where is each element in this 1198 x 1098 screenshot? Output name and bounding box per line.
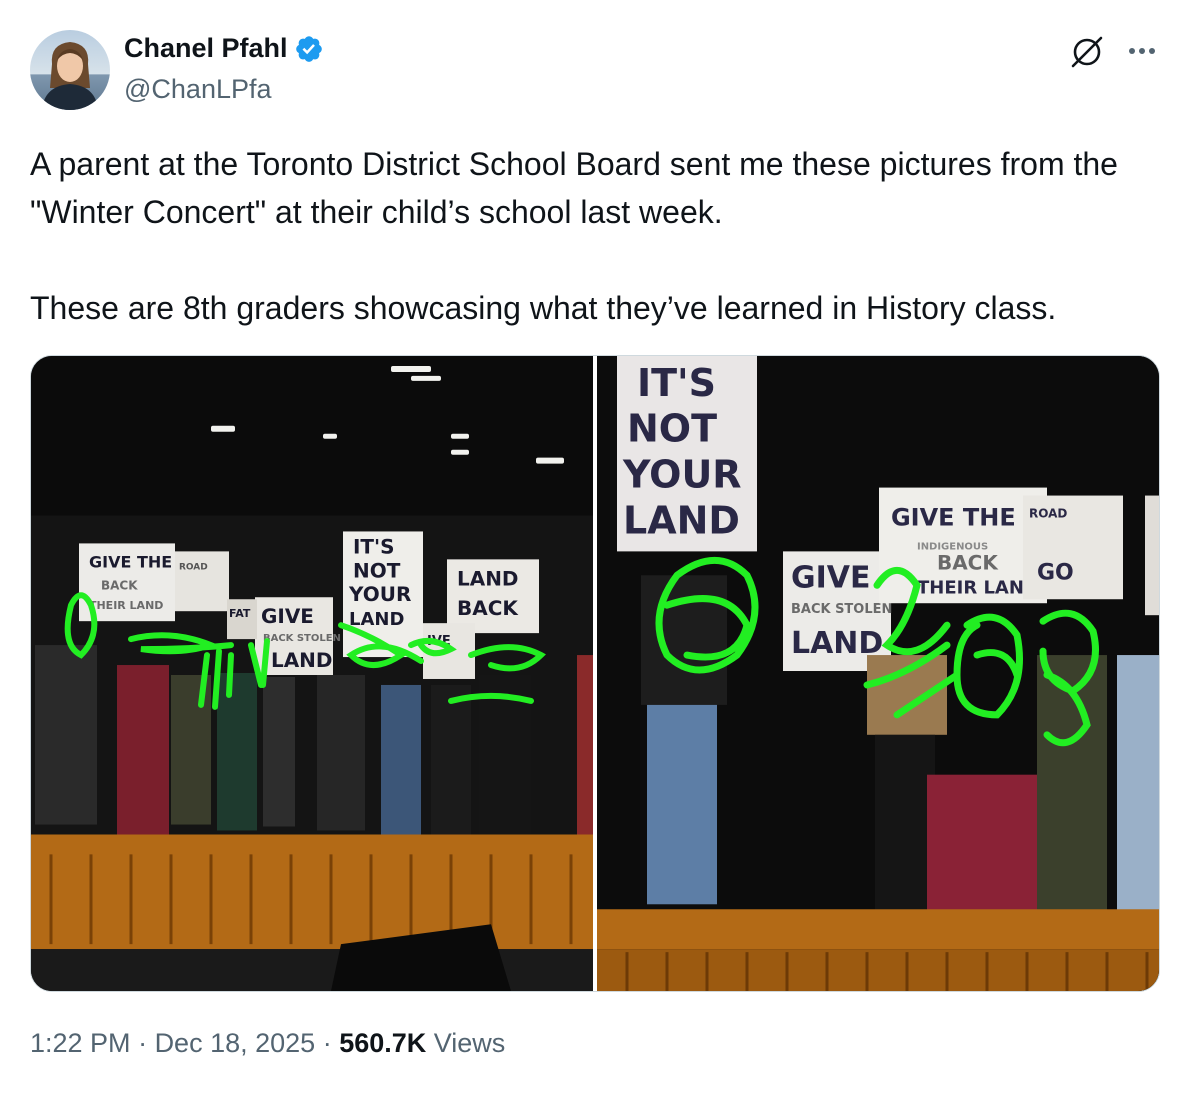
sign-text: ROAD (1029, 507, 1067, 521)
sign-text: LAND (623, 498, 740, 542)
views-label: Views (426, 1028, 506, 1058)
photo-2[interactable]: IT'S NOT YOUR LAND GIVE BACK STOLEN LAND… (597, 356, 1159, 991)
sign-text: LAND (457, 566, 519, 590)
sign-text: GIVE THE (89, 552, 172, 571)
sign-text: GIVE (791, 560, 870, 595)
sign-text: NOT (627, 407, 717, 451)
more-icon[interactable] (1124, 36, 1160, 66)
sign-text: BACK STOLEN (791, 602, 892, 617)
author-name: Chanel Pfahl (124, 33, 288, 63)
sign-text: BACK STOLEN (263, 633, 341, 644)
media-grid: GIVE THE BACK THEIR LAND ROAD IT'S NOT Y… (30, 355, 1160, 992)
sign-text: ROAD (179, 562, 208, 572)
sign-text: IT'S (637, 361, 716, 405)
author-name-link[interactable]: Chanel Pfahl (124, 33, 324, 64)
tweet-paragraph: A parent at the Toronto District School … (30, 146, 1118, 230)
sign-text: YOUR (348, 582, 411, 606)
sign-text: BACK (101, 578, 138, 592)
tweet-meta: 1:22 PM · Dec 18, 2025 · 560.7K Views (30, 1028, 505, 1059)
sign-text: THEIR LAND (89, 599, 163, 612)
tweet-text: A parent at the Toronto District School … (30, 140, 1170, 332)
sign-text: LAND (349, 609, 404, 630)
tweet-time[interactable]: 1:22 PM (30, 1028, 131, 1058)
sign-text: BACK (937, 550, 999, 574)
tweet-paragraph: These are 8th graders showcasing what th… (30, 290, 1057, 326)
tweet-date[interactable]: Dec 18, 2025 (155, 1028, 316, 1058)
author-handle[interactable]: @ChanLPfa (124, 74, 272, 105)
sign-text: LAND (271, 648, 333, 672)
verified-badge-icon[interactable] (294, 34, 324, 64)
grok-icon[interactable] (1068, 33, 1106, 71)
sign-text: THEIR LAND (917, 577, 1039, 598)
photo-1[interactable]: GIVE THE BACK THEIR LAND ROAD IT'S NOT Y… (31, 356, 593, 991)
author-avatar[interactable] (30, 30, 110, 110)
sign-text: YOUR (622, 453, 742, 497)
meta-separator: · (130, 1028, 155, 1058)
sign-text: GO (1037, 560, 1074, 585)
sign-text: NOT (353, 558, 401, 582)
views-count: 560.7K (339, 1028, 427, 1058)
sign-text: FAT (229, 607, 251, 620)
sign-text: BACK (457, 596, 519, 620)
sign-text: GIVE (261, 604, 314, 628)
sign-text: GIVE THE (891, 504, 1016, 532)
avatar-image (30, 30, 110, 110)
sign-text: IT'S (353, 534, 395, 558)
meta-separator: · (315, 1028, 340, 1058)
